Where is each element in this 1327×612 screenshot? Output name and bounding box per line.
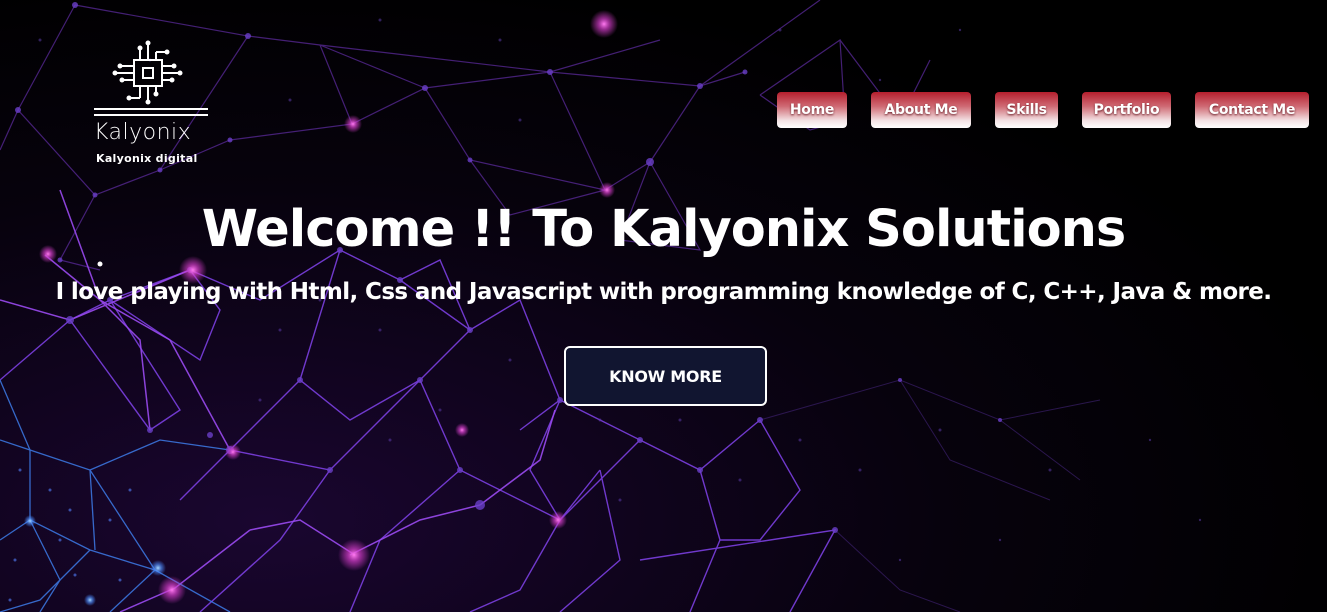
nav-about-button[interactable]: About Me	[871, 92, 971, 128]
know-more-button[interactable]: KNOW MORE	[564, 346, 767, 406]
logo-divider	[94, 108, 208, 116]
nav-contact-button[interactable]: Contact Me	[1195, 92, 1309, 128]
nav-home-button[interactable]: Home	[777, 92, 847, 128]
nav-skills-button[interactable]: Skills	[995, 92, 1058, 128]
circuit-chip-icon	[112, 40, 183, 105]
brand-logo[interactable]: Kalyonix Kalyonix digital	[94, 40, 212, 165]
nav-portfolio-button[interactable]: Portfolio	[1082, 92, 1171, 128]
brand-tagline: Kalyonix digital	[96, 152, 198, 165]
hero-section: Kalyonix Kalyonix digital Home About Me …	[0, 0, 1327, 612]
hero-title: Welcome !! To Kalyonix Solutions	[201, 200, 1127, 259]
hero-subtitle: I love playing with Html, Css and Javasc…	[55, 279, 1272, 305]
main-nav: Home About Me Skills Portfolio Contact M…	[777, 92, 1309, 128]
brand-name: Kalyonix	[94, 120, 192, 145]
